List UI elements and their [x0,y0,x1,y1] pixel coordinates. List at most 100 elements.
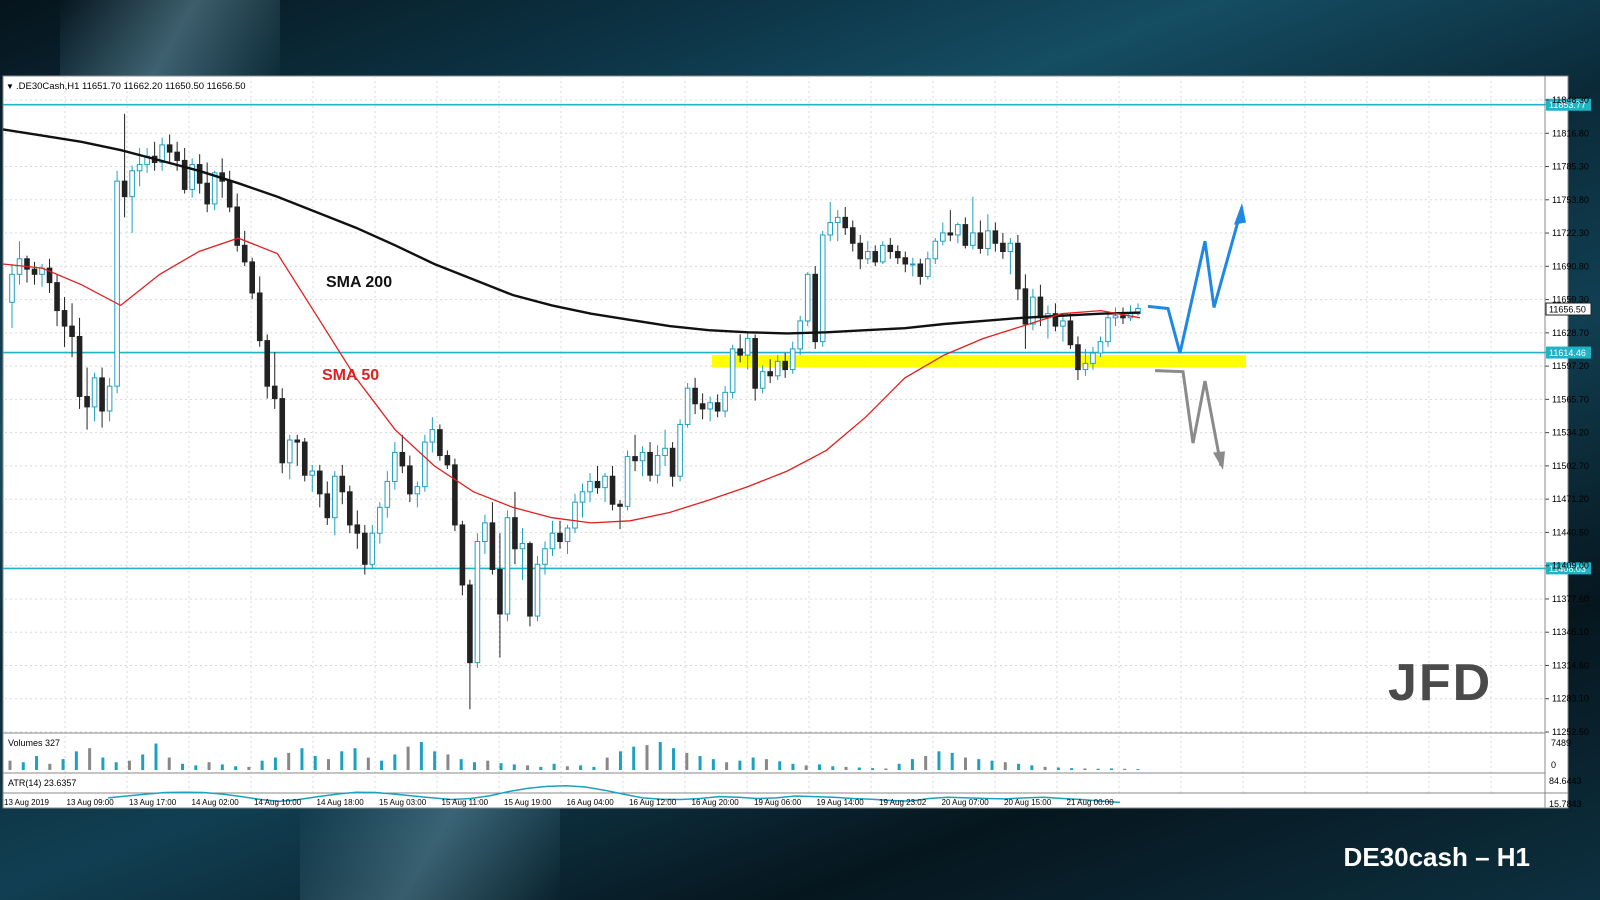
candle-body [429,429,436,443]
volume-bar [1136,769,1140,770]
candle-body [256,292,263,342]
volume-tick-max: 7489 [1551,738,1571,748]
volume-bar [632,746,636,770]
volume-bar [247,766,251,770]
candle-body [940,232,946,242]
candle-body [1097,341,1104,354]
candle-body [782,360,788,371]
candle-body [632,456,638,462]
candle-body [639,451,646,462]
volume-bar [804,765,808,770]
volume-label: Volumes 327 [8,738,60,748]
candle-body [737,348,743,356]
jfd-logo: JFD [1388,654,1492,712]
candle-body [692,387,698,405]
candle-body [347,491,353,526]
candle-body [24,258,30,270]
volume-bar [1043,766,1047,770]
time-tick-label: 16 Aug 12:00 [629,798,677,807]
volume-bar [1109,768,1113,770]
atr-label: ATR(14) 23.6357 [8,778,76,788]
candle-body [354,524,361,534]
candle-body [572,501,578,529]
time-tick-label: 19 Aug 06:00 [754,798,802,807]
volume-bar [950,752,954,770]
candle-body [384,480,391,508]
candle-body [654,455,661,476]
dropdown-icon[interactable]: ▼ [6,82,14,91]
candle-body [910,263,916,266]
volume-bar [340,751,344,770]
candle-body [377,506,383,534]
candle-body [519,543,526,550]
candle-body [669,447,676,477]
candle-body [1075,344,1081,371]
candle-body [114,180,120,387]
candle-body [1090,352,1096,364]
candle-body [1037,296,1044,319]
level-badge-label: 11614.46 [1549,348,1586,358]
candle-body [324,493,331,519]
volume-bar [618,751,622,770]
volume-bar [154,743,158,770]
candle-body [955,224,961,236]
volume-bar [300,748,304,770]
volume-bar [313,756,317,770]
candle-body [339,475,346,493]
candle-body [962,224,969,246]
volume-bar [21,762,25,770]
price-tick-label: 11502.70 [1552,461,1589,471]
candle-body [504,517,511,615]
candle-body [166,144,173,153]
candle-body [106,385,113,412]
candle-body [744,338,751,356]
candle-body [677,423,683,477]
volume-bar [446,754,450,770]
candle-body [467,584,473,664]
candle-body [977,232,984,249]
candle-body [1112,315,1119,319]
candle-body [542,548,548,565]
candle-body [331,475,338,519]
candle-body [1067,320,1074,346]
volume-bar [61,759,65,770]
candle-body [1000,242,1006,253]
candle-body [684,387,691,425]
candle-body [482,522,488,542]
candle-body [894,251,901,259]
volume-bar [592,766,596,770]
volume-bar [380,760,384,770]
candle-body [204,182,210,205]
candle-body [925,258,931,277]
footer-title: DE30cash – H1 [1343,842,1530,872]
volume-bar [181,763,185,770]
candle-body [834,216,841,224]
volume-bar [472,762,476,770]
candle-body [804,273,811,322]
candle-body [16,258,23,275]
price-tick-label: 11346.10 [1552,627,1589,637]
volume-bar [1070,768,1074,770]
candle-body [76,335,83,398]
candle-body [1030,296,1036,325]
candle-body [91,377,98,408]
volume-bar [658,742,662,770]
candle-body [512,517,518,550]
volume-bar [539,766,543,770]
candle-body [609,475,616,505]
volume-bar [552,763,556,770]
volume-bar [831,766,835,770]
candle-body [264,340,271,387]
chart: 11853.7711614.4611406.0311656.50 11848.3… [2,75,1592,809]
candle-body [722,391,728,412]
volume-bar [526,765,530,770]
volume-bar [127,760,131,770]
candle-body [174,151,180,161]
candle-body [707,402,713,410]
symbol-header: .DE30Cash,H1 11651.70 11662.20 11650.50 … [16,81,246,92]
volume-bar [645,745,649,770]
volume-bar [433,751,437,770]
volume-bar [1030,765,1034,770]
candle-body [902,257,909,265]
candle-body [407,465,413,495]
